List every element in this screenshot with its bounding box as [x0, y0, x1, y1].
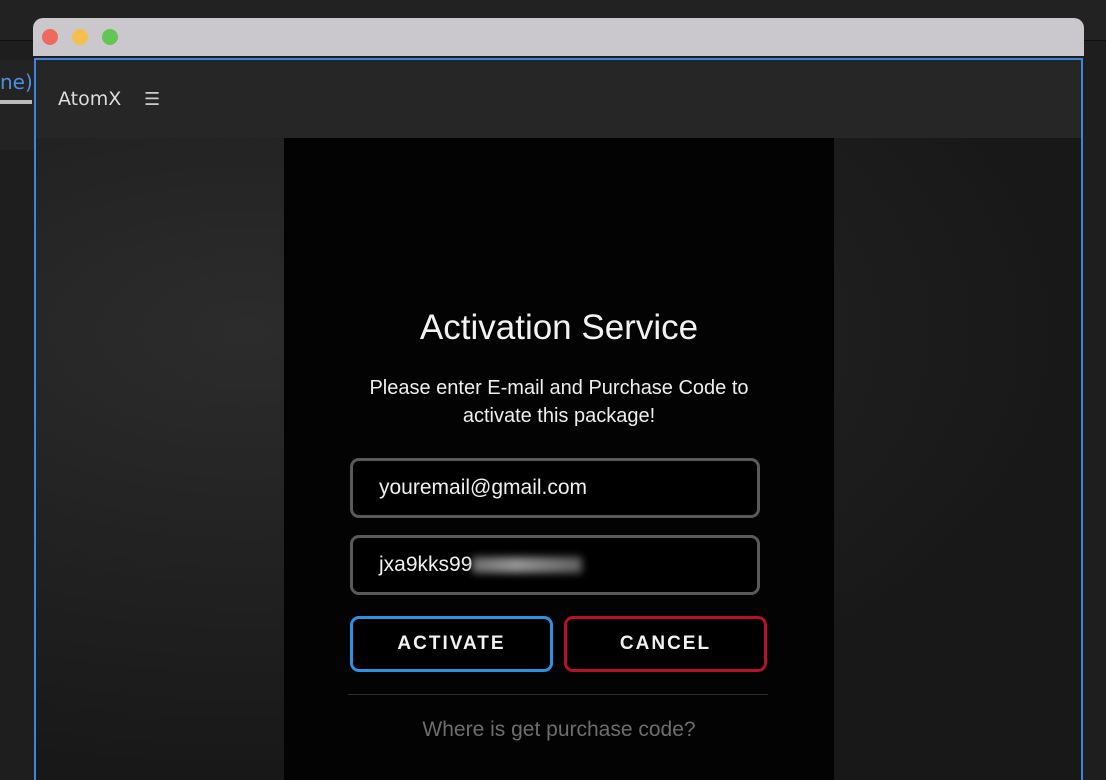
redacted-blur [472, 557, 583, 574]
divider [348, 694, 768, 695]
hamburger-menu-icon[interactable]: ☰ [144, 89, 160, 110]
app-header: AtomX ☰ [36, 60, 1081, 138]
activate-button[interactable]: ACTIVATE [350, 616, 553, 672]
close-window-button[interactable] [42, 29, 58, 45]
purchase-code-input[interactable]: jxa9kks99 [350, 535, 760, 595]
purchase-code-value: jxa9kks99 [379, 553, 473, 576]
minimize-window-button[interactable] [72, 29, 88, 45]
app-content: AtomX ☰ Activation Service Please enter … [34, 58, 1083, 780]
background-panel: ne) [0, 60, 34, 150]
maximize-window-button[interactable] [102, 29, 118, 45]
activation-dialog: Activation Service Please enter E-mail a… [284, 138, 834, 780]
email-input-value: youremail@gmail.com [379, 476, 588, 499]
email-input[interactable]: youremail@gmail.com [350, 458, 760, 518]
background-tab-underline [0, 100, 32, 104]
cancel-button[interactable]: CANCEL [564, 616, 767, 672]
title-bar[interactable] [33, 18, 1084, 56]
app-window: AtomX ☰ Activation Service Please enter … [33, 18, 1084, 780]
stage-background: Activation Service Please enter E-mail a… [36, 138, 1081, 780]
app-name: AtomX [58, 88, 122, 110]
background-text: ne) [0, 70, 33, 94]
dialog-title: Activation Service [419, 308, 699, 347]
purchase-code-help-link[interactable]: Where is get purchase code? [284, 718, 834, 742]
dialog-subtitle: Please enter E-mail and Purchase Code to… [369, 377, 749, 427]
